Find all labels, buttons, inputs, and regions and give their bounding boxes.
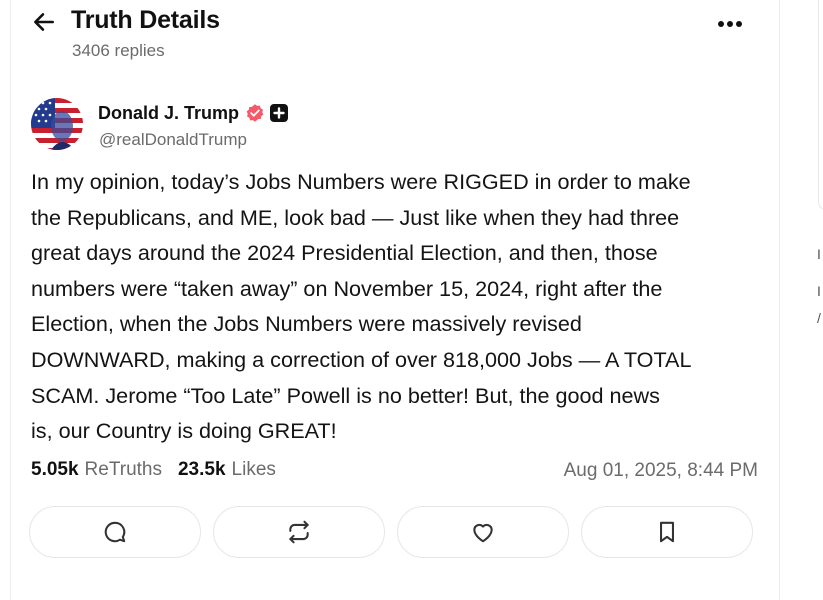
author-name[interactable]: Donald J. Trump bbox=[98, 103, 239, 124]
post-timestamp: Aug 01, 2025, 8:44 PM bbox=[563, 460, 758, 481]
reply-bubble-icon bbox=[104, 521, 126, 543]
likes-label[interactable]: Likes bbox=[232, 459, 276, 481]
action-bar bbox=[29, 506, 753, 558]
likes-count[interactable]: 23.5k bbox=[178, 459, 226, 481]
post-body-text: In my opinion, today’s Jobs Numbers were… bbox=[31, 169, 692, 444]
avatar-image bbox=[31, 98, 83, 150]
more-horizontal-icon bbox=[718, 21, 742, 27]
author-handle[interactable]: @realDonaldTrump bbox=[99, 130, 247, 150]
side-text-3: / bbox=[817, 310, 821, 326]
replies-count: 3406 replies bbox=[72, 41, 165, 60]
side-text-2: I bbox=[817, 283, 821, 299]
avatar[interactable] bbox=[31, 98, 83, 150]
engagement-stats: 5.05k ReTruths 23.5k Likes bbox=[31, 459, 292, 481]
heart-icon bbox=[473, 523, 493, 543]
side-text-1: I bbox=[817, 246, 821, 262]
retruth-button[interactable] bbox=[213, 506, 385, 558]
retruths-label[interactable]: ReTruths bbox=[85, 459, 162, 481]
post-detail-card: Truth Details 3406 replies Donald J. Tru… bbox=[10, 0, 780, 600]
back-button[interactable] bbox=[31, 9, 61, 37]
plus-badge-icon bbox=[270, 104, 289, 122]
like-button[interactable] bbox=[397, 506, 569, 558]
arrow-left-icon bbox=[34, 13, 54, 31]
detail-header: Truth Details 3406 replies bbox=[11, 0, 779, 80]
page-title: Truth Details bbox=[71, 6, 220, 34]
reply-button[interactable] bbox=[29, 506, 201, 558]
bookmark-icon bbox=[660, 521, 674, 543]
side-panel-card bbox=[818, 0, 823, 211]
bookmark-button[interactable] bbox=[581, 506, 753, 558]
repost-icon bbox=[289, 520, 309, 544]
author-row: Donald J. Trump bbox=[98, 101, 289, 125]
verified-badge-icon bbox=[246, 104, 264, 122]
more-options-button[interactable] bbox=[713, 10, 747, 36]
retruths-count[interactable]: 5.05k bbox=[31, 459, 79, 481]
